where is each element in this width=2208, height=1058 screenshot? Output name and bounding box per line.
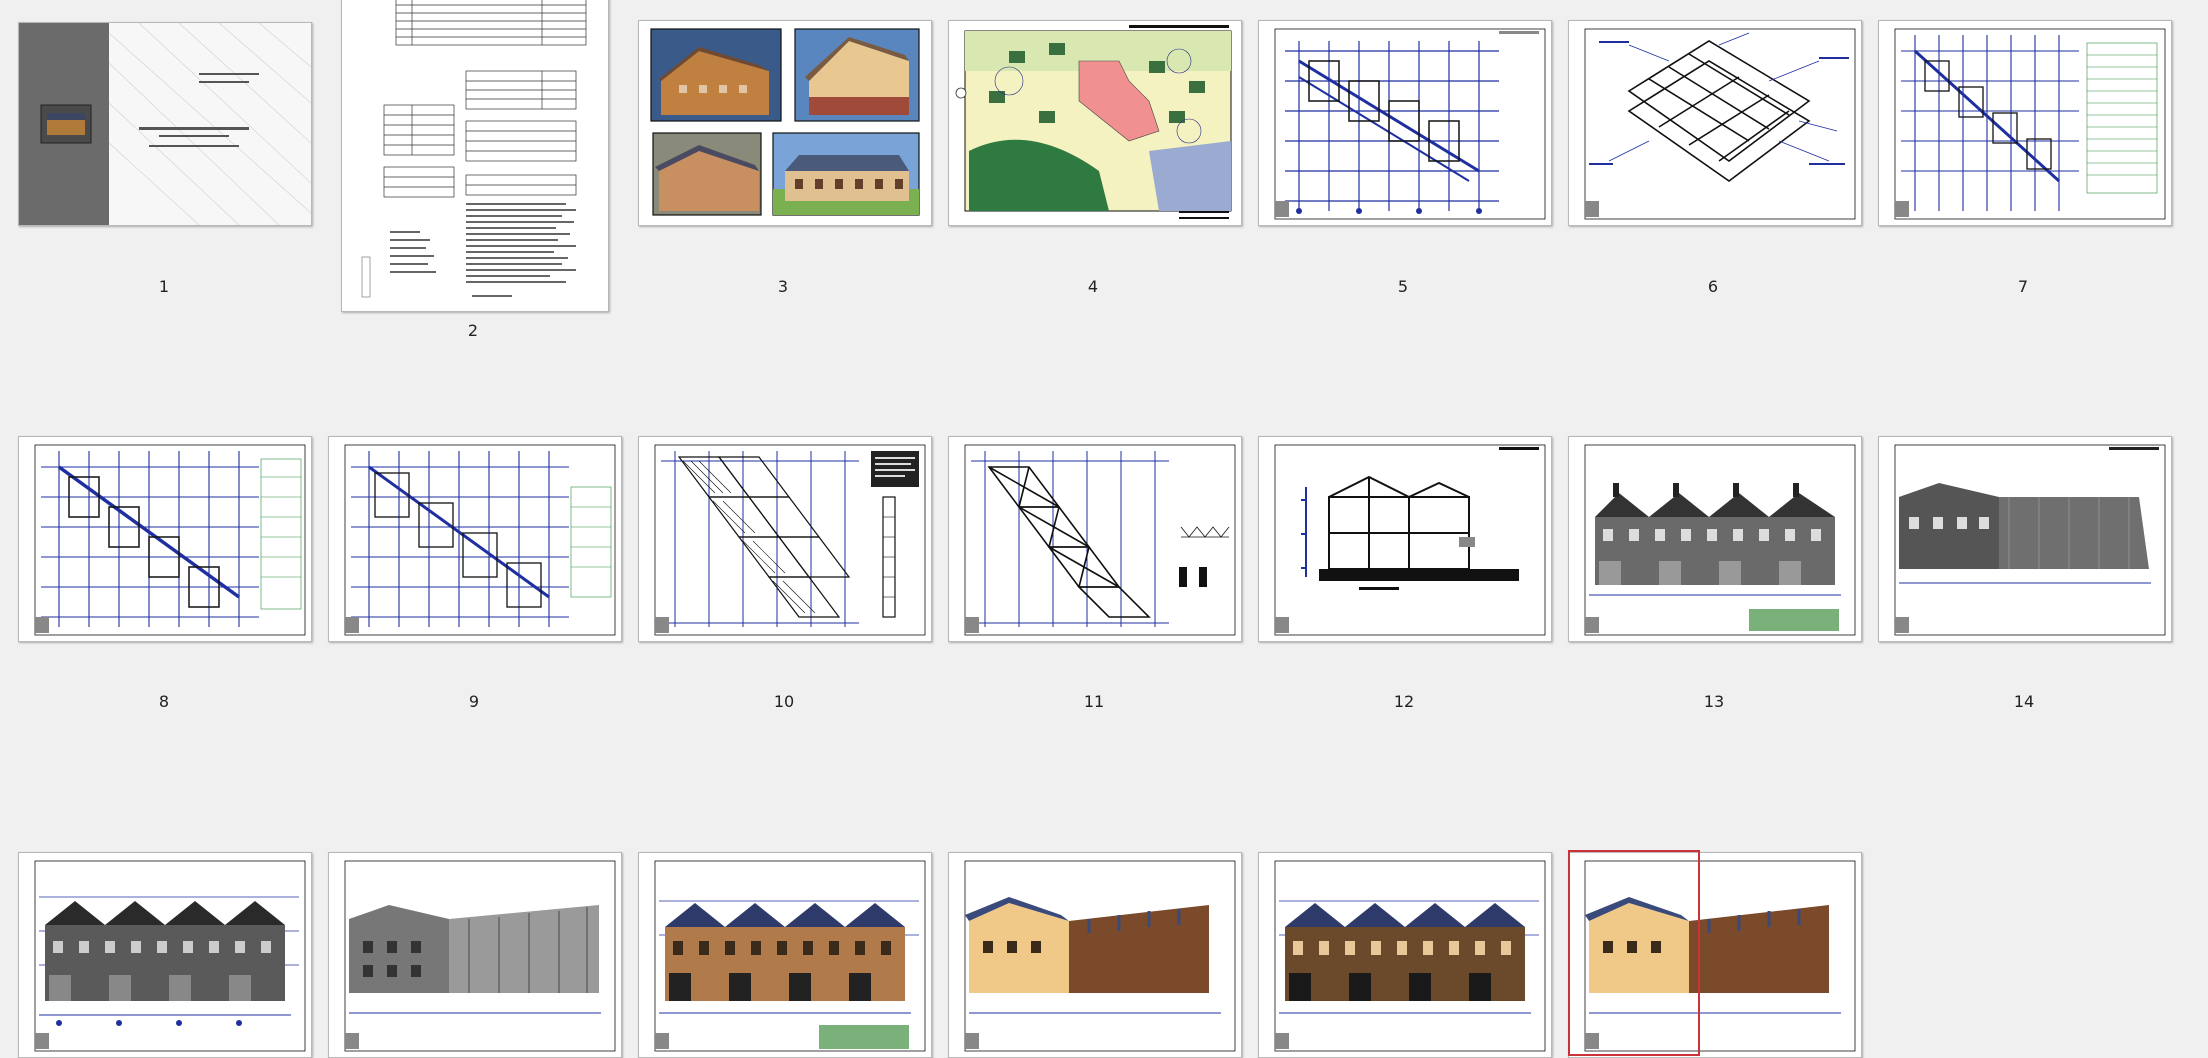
page-preview-facade-side-grey	[1878, 436, 2172, 642]
page-number: 13	[1703, 692, 1725, 711]
page-number: 8	[158, 692, 170, 711]
page-number: 9	[468, 692, 480, 711]
page-preview-foundation-plan	[1258, 20, 1552, 226]
page-number: 11	[1083, 692, 1105, 711]
page-number: 12	[1393, 692, 1415, 711]
page-preview-roof-plan	[948, 436, 1242, 642]
page-number: 7	[2017, 277, 2029, 296]
page-preview-facade-side-color	[1568, 852, 1862, 1058]
page-preview-axonometric	[1568, 20, 1862, 226]
page-preview-section	[1258, 436, 1552, 642]
page-number: 1	[158, 277, 170, 296]
page-number: 4	[1087, 277, 1099, 296]
page-preview-floor-plan	[18, 436, 312, 642]
page-number: 5	[1397, 277, 1409, 296]
page-preview-floor-plan	[328, 436, 622, 642]
thumbnail-grid: 1 2 3 4 5 6 7 8 9 10 11 12 13 14	[0, 0, 2208, 1058]
page-preview-roof-structure	[638, 436, 932, 642]
page-preview-facade-side-color	[948, 852, 1242, 1058]
page-preview-facade-grey	[1568, 436, 1862, 642]
page-preview-facade-side-grey	[328, 852, 622, 1058]
page-number: 3	[777, 277, 789, 296]
page-number: 10	[773, 692, 795, 711]
page-preview-floor-plan	[1878, 20, 2172, 226]
page-preview-site-plan	[948, 20, 1242, 226]
page-preview-facade-color-dark	[1258, 852, 1552, 1058]
page-number: 14	[2013, 692, 2035, 711]
page-preview-text-tables	[341, 0, 609, 312]
page-number: 2	[467, 321, 479, 340]
page-preview-renders	[638, 20, 932, 226]
page-number: 6	[1707, 277, 1719, 296]
page-preview-facade-color	[638, 852, 932, 1058]
page-preview-facade-grey	[18, 852, 312, 1058]
page-preview-cover	[18, 22, 312, 226]
